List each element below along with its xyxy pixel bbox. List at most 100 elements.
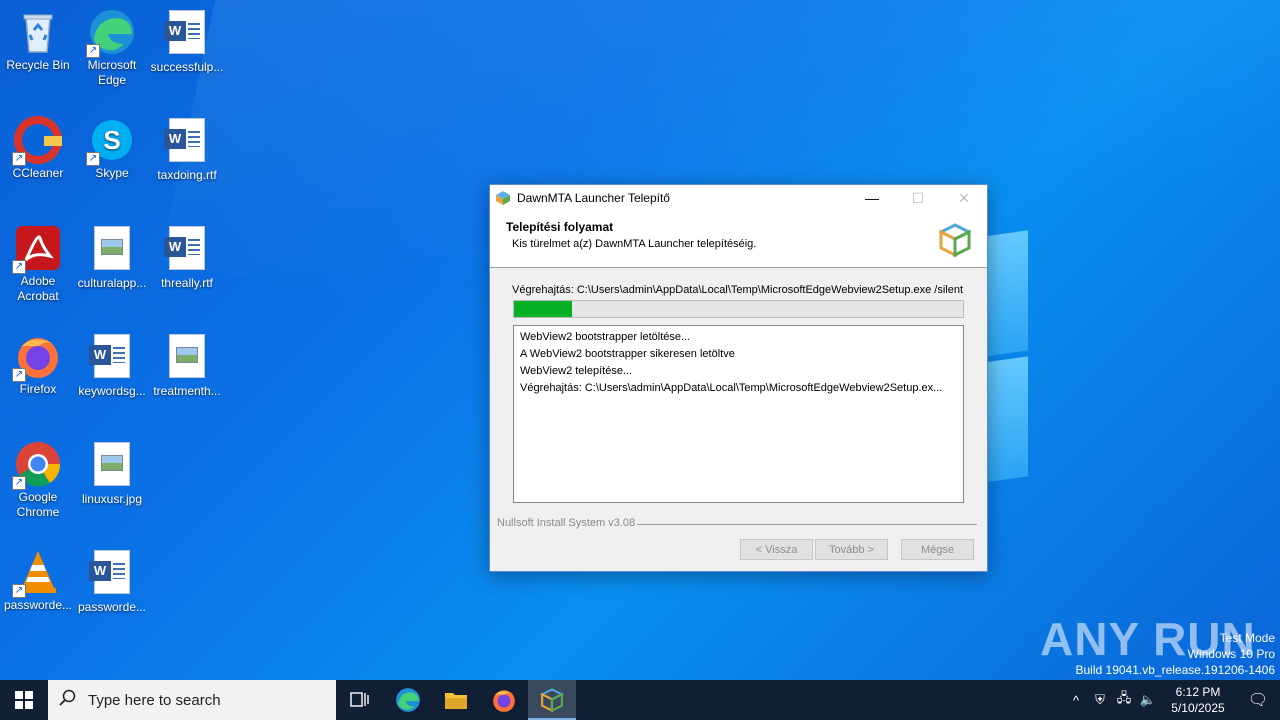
desktop-icon-label: linuxusr.jpg xyxy=(81,492,143,506)
log-line: Végrehajtás: C:\Users\admin\AppData\Loca… xyxy=(520,382,943,394)
word-document-icon: W xyxy=(163,226,211,274)
desktop-icon-label: successfulp... xyxy=(150,60,224,74)
search-icon xyxy=(48,689,88,712)
desktop-icon-adobe-acrobat[interactable]: ↗ Adobe Acrobat xyxy=(0,224,76,304)
desktop-icon-successfulp[interactable]: W successfulp... xyxy=(149,8,225,75)
image-file-icon xyxy=(163,334,211,382)
desktop-icon-culturalapp[interactable]: culturalapp... xyxy=(74,224,150,291)
footer-divider xyxy=(637,524,977,525)
install-progress-bar xyxy=(513,300,964,318)
windows-edition-label: Windows 10 Pro xyxy=(1187,647,1275,661)
word-document-icon: W xyxy=(88,334,136,382)
back-button: < Vissza xyxy=(740,539,813,560)
desktop-icon-label: keywordsg... xyxy=(78,384,146,398)
system-tray: ^ ⛨ 🖧 🔈 6:12 PM 5/10/2025 🗨 xyxy=(1064,680,1280,720)
desktop-icon-label: CCleaner xyxy=(12,166,64,180)
clock-date: 5/10/2025 xyxy=(1171,701,1225,715)
firefox-icon: ↗ xyxy=(12,332,62,382)
desktop-icon-label: Adobe Acrobat xyxy=(17,274,59,303)
desktop-icon-vlc[interactable]: ↗ passworde... xyxy=(0,548,76,613)
desktop-icon-google-chrome[interactable]: ↗ Google Chrome xyxy=(0,440,76,520)
image-file-icon xyxy=(88,442,136,490)
dawnmta-logo-icon xyxy=(939,223,971,257)
folder-icon xyxy=(445,693,467,709)
desktop-icon-keywordsg[interactable]: W keywordsg... xyxy=(74,332,150,399)
taskbar-edge[interactable] xyxy=(384,680,432,720)
desktop-icon-threally[interactable]: W threally.rtf xyxy=(149,224,225,291)
shortcut-arrow-icon: ↗ xyxy=(12,584,26,598)
desktop-icon-label: Firefox xyxy=(19,382,57,396)
next-button: Tovább > xyxy=(815,539,888,560)
close-button: ✕ xyxy=(958,189,970,206)
desktop-icon-label: passworde... xyxy=(77,600,147,614)
task-view-icon xyxy=(350,692,369,707)
task-view-button[interactable] xyxy=(336,680,384,720)
desktop-icon-taxdoing[interactable]: W taxdoing.rtf xyxy=(149,116,225,183)
desktop-icon-ccleaner[interactable]: ↗ CCleaner xyxy=(0,116,76,181)
notification-icon[interactable]: 🗨 xyxy=(1236,690,1280,710)
skype-icon: S ↗ xyxy=(86,116,136,166)
network-icon[interactable]: 🖧 xyxy=(1112,689,1136,711)
log-line: A WebView2 bootstrapper sikeresen letölt… xyxy=(520,348,735,360)
ccleaner-icon: ↗ xyxy=(12,116,62,166)
chrome-icon: ↗ xyxy=(12,440,62,490)
taskbar-firefox[interactable] xyxy=(480,680,528,720)
desktop-icon-passworde[interactable]: W passworde... passworde... xyxy=(74,548,150,615)
installer-app-icon xyxy=(496,191,510,205)
desktop-icon-linuxusr[interactable]: linuxusr.jpg xyxy=(74,440,150,507)
test-mode-label: Test Mode xyxy=(1219,631,1275,645)
windows-start-icon xyxy=(15,691,33,709)
nsis-branding: Nullsoft Install System v3.08 xyxy=(497,517,636,529)
image-file-icon xyxy=(88,226,136,274)
shortcut-arrow-icon: ↗ xyxy=(12,152,26,166)
svg-text:S: S xyxy=(103,125,120,155)
desktop-icon-label: Recycle Bin xyxy=(6,58,70,72)
desktop-icon-skype[interactable]: S ↗ Skype xyxy=(74,116,150,181)
word-document-icon: W xyxy=(163,118,211,166)
desktop-icon-label: treatmenth... xyxy=(153,384,221,398)
install-log-list[interactable]: WebView2 bootstrapper letöltése... A Web… xyxy=(513,325,964,503)
desktop-icon-label: Google Chrome xyxy=(16,490,60,519)
search-placeholder: Type here to search xyxy=(88,691,221,709)
desktop-icon-microsoft-edge[interactable]: ↗ Microsoft Edge xyxy=(74,8,150,88)
progress-fill xyxy=(514,301,573,317)
adobe-acrobat-icon: ↗ xyxy=(12,224,62,274)
desktop-icon-label: passworde... xyxy=(3,598,73,612)
header-title: Telepítési folyamat xyxy=(506,220,614,234)
chevron-up-icon[interactable]: ^ xyxy=(1064,693,1088,708)
desktop-icon-recycle-bin[interactable]: Recycle Bin xyxy=(0,8,76,73)
installer-dialog: DawnMTA Launcher Telepítő — ☐ ✕ Telepíté… xyxy=(489,184,988,572)
edge-icon: ↗ xyxy=(86,8,136,58)
desktop-icon-firefox[interactable]: ↗ Firefox xyxy=(0,332,76,397)
firefox-icon xyxy=(493,690,515,712)
taskbar-search-box[interactable]: Type here to search xyxy=(48,680,336,720)
taskbar-clock[interactable]: 6:12 PM 5/10/2025 xyxy=(1160,684,1236,716)
build-label: Build 19041.vb_release.191206-1406 xyxy=(1075,663,1276,677)
word-document-icon: W xyxy=(163,10,211,58)
current-action-label: Végrehajtás: C:\Users\admin\AppData\Loca… xyxy=(512,284,964,296)
taskbar-installer[interactable] xyxy=(528,680,576,720)
header-subtitle: Kis türelmet a(z) DawnMTA Launcher telep… xyxy=(512,238,757,250)
desktop-icon-treatmenth[interactable]: treatmenth... xyxy=(149,332,225,399)
desktop-icon-label: threally.rtf xyxy=(161,276,213,290)
shortcut-arrow-icon: ↗ xyxy=(12,368,26,382)
windows-build-info: Test Mode Windows 10 Pro Build 19041.vb_… xyxy=(1076,630,1276,678)
taskbar-file-explorer[interactable] xyxy=(432,680,480,720)
edge-icon xyxy=(396,688,420,712)
dialog-titlebar[interactable]: DawnMTA Launcher Telepítő — ☐ ✕ xyxy=(490,185,987,211)
desktop-icon-label: Microsoft Edge xyxy=(87,58,137,87)
volume-icon[interactable]: 🔈 xyxy=(1136,692,1160,708)
cancel-button: Mégse xyxy=(901,539,974,560)
minimize-button[interactable]: — xyxy=(849,185,895,211)
shortcut-arrow-icon: ↗ xyxy=(12,476,26,490)
vlc-cone-icon: ↗ xyxy=(12,548,62,598)
dawnmta-installer-icon xyxy=(540,688,564,712)
start-button[interactable] xyxy=(0,680,48,720)
taskbar: Type here to search ^ ⛨ 🖧 🔈 6:12 PM 5/10… xyxy=(0,680,1280,720)
log-line: WebView2 telepítése... xyxy=(520,365,633,377)
desktop-icon-label: Skype xyxy=(95,166,129,180)
desktop-icon-label: taxdoing.rtf xyxy=(157,168,217,182)
maximize-button: ☐ xyxy=(911,189,925,206)
security-icon[interactable]: ⛨ xyxy=(1088,692,1112,708)
desktop-icon-label: culturalapp... xyxy=(77,276,147,290)
